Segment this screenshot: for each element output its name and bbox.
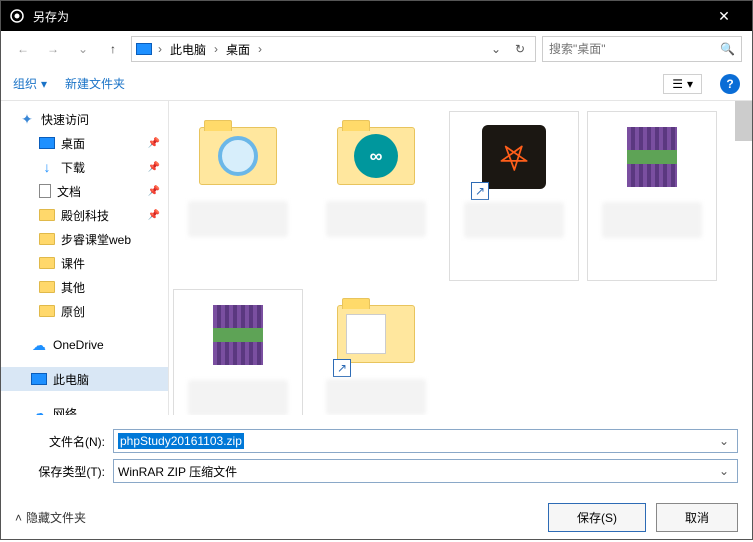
network-icon: ☁ bbox=[31, 406, 47, 415]
media-icon bbox=[218, 136, 258, 176]
star-icon: ✦ bbox=[19, 112, 35, 126]
help-button[interactable]: ? bbox=[720, 74, 740, 94]
download-icon: ↓ bbox=[39, 160, 55, 174]
monitor-icon bbox=[31, 373, 47, 385]
shortcut-item[interactable]: 𖤐 ↗ bbox=[449, 111, 579, 281]
nav-row: ← → ⌄ ↑ › 此电脑 › 桌面 › ⌄ ↻ 🔍 bbox=[1, 31, 752, 67]
pin-icon: 📌 bbox=[148, 210, 160, 221]
filename-label: 文件名(N): bbox=[15, 433, 105, 450]
chevron-down-icon: ▾ bbox=[687, 77, 693, 91]
forward-button[interactable]: → bbox=[41, 37, 65, 61]
up-button[interactable]: ↑ bbox=[101, 37, 125, 61]
chevron-right-icon: › bbox=[156, 42, 164, 56]
footer: ˄ 隐藏文件夹 保存(S) 取消 bbox=[1, 493, 752, 542]
main-area: ✦ 快速访问 桌面 📌 ↓ 下载 📌 文档 📌 殿创科技 📌 步睿课堂web bbox=[1, 101, 752, 415]
save-button[interactable]: 保存(S) bbox=[548, 503, 646, 532]
window-title: 另存为 bbox=[33, 8, 704, 25]
folder-icon bbox=[39, 305, 55, 317]
rar-icon bbox=[213, 305, 263, 365]
filetype-dropdown[interactable]: ⌄ bbox=[715, 464, 733, 478]
arduino-icon: ∞ bbox=[354, 134, 398, 178]
organize-menu[interactable]: 组织 ▾ bbox=[13, 75, 47, 92]
pin-icon: 📌 bbox=[148, 138, 160, 149]
sidebar-item-folder[interactable]: 课件 bbox=[1, 251, 168, 275]
search-icon[interactable]: 🔍 bbox=[720, 42, 735, 56]
new-folder-button[interactable]: 新建文件夹 bbox=[65, 75, 125, 92]
item-label bbox=[188, 380, 288, 415]
folder-icon bbox=[39, 257, 55, 269]
item-label bbox=[326, 201, 426, 237]
item-label bbox=[602, 202, 702, 238]
sidebar-network[interactable]: ☁ 网络 bbox=[1, 401, 168, 415]
titlebar: 另存为 ✕ bbox=[1, 1, 752, 31]
rar-icon bbox=[627, 127, 677, 187]
hide-folders-toggle[interactable]: ˄ 隐藏文件夹 bbox=[15, 509, 86, 526]
item-label bbox=[188, 201, 288, 237]
filename-dropdown[interactable]: ⌄ bbox=[715, 434, 733, 448]
folder-item[interactable] bbox=[173, 111, 303, 281]
monitor-icon bbox=[39, 137, 55, 149]
item-label bbox=[464, 202, 564, 238]
folder-icon bbox=[39, 281, 55, 293]
pin-icon: 📌 bbox=[148, 162, 160, 173]
folder-shortcut-item[interactable]: ↗ bbox=[311, 289, 441, 415]
sidebar-onedrive[interactable]: ☁ OneDrive bbox=[1, 333, 168, 357]
chevron-down-icon: ▾ bbox=[41, 77, 47, 91]
flame-icon: 𖤐 bbox=[499, 134, 530, 180]
view-mode-button[interactable]: ☰ ▾ bbox=[663, 74, 702, 94]
toolbar: 组织 ▾ 新建文件夹 ☰ ▾ ? bbox=[1, 67, 752, 101]
cloud-icon: ☁ bbox=[31, 338, 47, 352]
archive-item[interactable] bbox=[173, 289, 303, 415]
search-field[interactable] bbox=[549, 42, 720, 56]
save-form: 文件名(N): phpStudy20161103.zip ⌄ 保存类型(T): … bbox=[1, 415, 752, 493]
document-icon bbox=[39, 184, 51, 198]
shortcut-arrow-icon: ↗ bbox=[333, 359, 351, 377]
file-pane: ∞ 𖤐 ↗ ↗ bbox=[169, 101, 752, 415]
back-button[interactable]: ← bbox=[11, 37, 35, 61]
close-button[interactable]: ✕ bbox=[704, 8, 744, 25]
item-label bbox=[326, 379, 426, 415]
pin-icon: 📌 bbox=[148, 186, 160, 197]
sidebar-item-downloads[interactable]: ↓ 下载 📌 bbox=[1, 155, 168, 179]
view-icon: ☰ bbox=[672, 77, 683, 91]
sidebar-item-folder[interactable]: 其他 bbox=[1, 275, 168, 299]
crumb-desktop[interactable]: 桌面 bbox=[224, 41, 252, 58]
filetype-label: 保存类型(T): bbox=[15, 463, 105, 480]
sidebar-item-folder[interactable]: 殿创科技 📌 bbox=[1, 203, 168, 227]
folder-item[interactable]: ∞ bbox=[311, 111, 441, 281]
sidebar-item-folder[interactable]: 原创 bbox=[1, 299, 168, 323]
sidebar-quick-access[interactable]: ✦ 快速访问 bbox=[1, 107, 168, 131]
folder-icon bbox=[39, 233, 55, 245]
cancel-button[interactable]: 取消 bbox=[656, 503, 738, 532]
chevron-right-icon: › bbox=[256, 42, 264, 56]
sidebar-item-documents[interactable]: 文档 📌 bbox=[1, 179, 168, 203]
recent-dropdown[interactable]: ⌄ bbox=[71, 37, 95, 61]
pc-icon bbox=[136, 43, 152, 55]
sidebar-item-desktop[interactable]: 桌面 📌 bbox=[1, 131, 168, 155]
filename-field[interactable]: phpStudy20161103.zip ⌄ bbox=[113, 429, 738, 453]
chrome-icon bbox=[9, 8, 25, 24]
sidebar: ✦ 快速访问 桌面 📌 ↓ 下载 📌 文档 📌 殿创科技 📌 步睿课堂web bbox=[1, 101, 169, 415]
refresh-button[interactable]: ↻ bbox=[509, 38, 531, 60]
scrollbar[interactable] bbox=[735, 101, 752, 141]
sidebar-this-pc[interactable]: 此电脑 bbox=[1, 367, 168, 391]
filetype-value: WinRAR ZIP 压缩文件 bbox=[118, 463, 237, 480]
filetype-field[interactable]: WinRAR ZIP 压缩文件 ⌄ bbox=[113, 459, 738, 483]
crumb-this-pc[interactable]: 此电脑 bbox=[168, 41, 208, 58]
folder-icon bbox=[39, 209, 55, 221]
chevron-up-icon: ˄ bbox=[15, 511, 22, 525]
archive-item[interactable] bbox=[587, 111, 717, 281]
chevron-right-icon: › bbox=[212, 42, 220, 56]
sidebar-item-folder[interactable]: 步睿课堂web bbox=[1, 227, 168, 251]
shortcut-arrow-icon: ↗ bbox=[471, 182, 489, 200]
crumb-history-button[interactable]: ⌄ bbox=[485, 38, 507, 60]
breadcrumb[interactable]: › 此电脑 › 桌面 › ⌄ ↻ bbox=[131, 36, 536, 62]
filename-input[interactable]: phpStudy20161103.zip bbox=[118, 433, 244, 449]
search-input[interactable]: 🔍 bbox=[542, 36, 742, 62]
